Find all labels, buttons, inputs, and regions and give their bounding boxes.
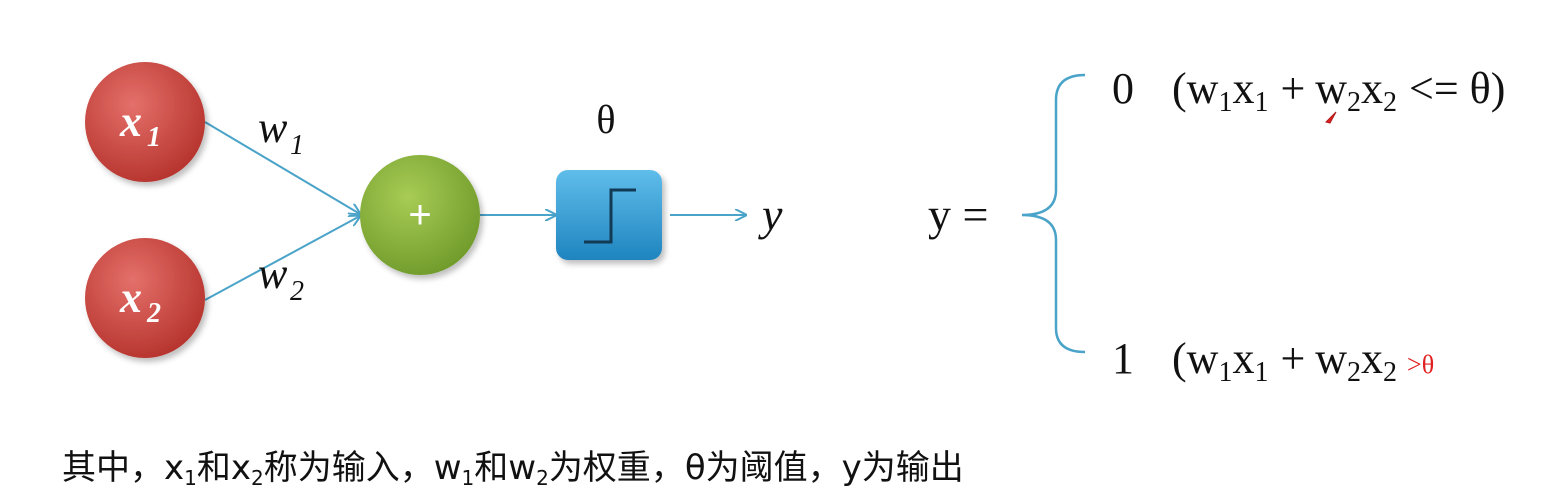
svg-text:1(w1x1+w2x2>θ: 1 (w1x1 + w2x2 >θ [1112, 334, 1434, 388]
svg-text:w: w [258, 103, 288, 152]
pen-cursor-icon [1325, 111, 1337, 124]
input-x1-var: x [119, 97, 142, 146]
sum-node: + [360, 155, 480, 275]
input-x2-var: x [119, 273, 142, 322]
handwritten-annotation: >θ [1407, 350, 1434, 379]
caption: 其中，x1和x2称为输入，w1和w2为权重，θ为阈值，y为输出 [62, 448, 964, 490]
output-label: y [758, 189, 783, 240]
perceptron-figure: x 1 x 2 w 1 w 2 + θ y y = 0 (w1x1 + w2x2 <= … [85, 62, 1505, 388]
formula-case-1: 1 (w1x1 + w2x2 >θ [1112, 334, 1434, 388]
weight-w1-label: w 1 [258, 103, 304, 161]
input-node-x2: x 2 [85, 238, 205, 358]
svg-text:w: w [258, 249, 288, 298]
step-function-box [556, 170, 662, 260]
input-node-x1: x 1 [85, 62, 205, 182]
sum-symbol: + [408, 193, 431, 237]
weight-w2-label: w 2 [258, 249, 304, 307]
svg-text:1: 1 [290, 130, 304, 161]
threshold-label: θ [596, 97, 615, 142]
formula-lhs: y = [928, 189, 988, 240]
case-brace [1021, 73, 1086, 354]
input-x1-sub: 1 [147, 122, 161, 153]
svg-text:2: 2 [290, 276, 304, 307]
svg-text:0(w1x1+w2x2<= θ): 0 (w1x1 + w2x2 <= θ) [1112, 64, 1505, 118]
input-x2-sub: 2 [146, 298, 161, 329]
formula-case-0: 0 (w1x1 + w2x2 <= θ) [1112, 64, 1505, 118]
